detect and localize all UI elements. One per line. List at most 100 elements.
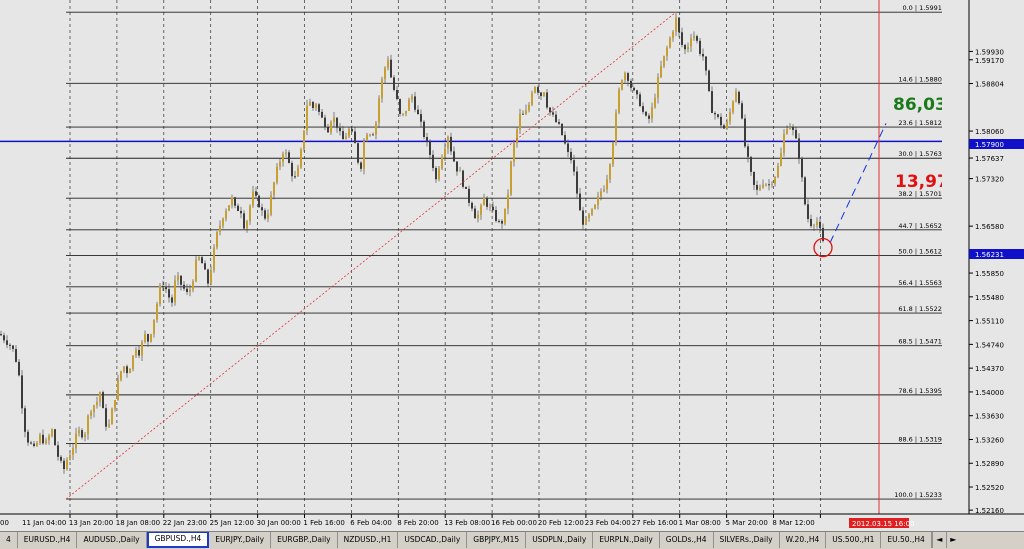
candle-body: [615, 112, 617, 143]
candle-body: [648, 115, 650, 119]
candle-body: [546, 92, 548, 108]
candle-body: [96, 401, 98, 406]
candle-body: [729, 112, 731, 122]
chart-tab[interactable]: USDPLN.,Daily: [526, 532, 594, 548]
candle-body: [696, 36, 698, 41]
candle-body: [720, 116, 722, 126]
candle-body: [549, 107, 551, 113]
candle-body: [39, 434, 41, 443]
candle-body: [594, 204, 596, 209]
candle-body: [102, 392, 104, 409]
candle-body: [765, 184, 767, 186]
candle-body: [540, 92, 542, 97]
fib-level-label: 14.6 | 1.58804: [898, 75, 946, 83]
candle-body: [363, 141, 365, 169]
chart-tab[interactable]: EURUSD.,H4: [18, 532, 78, 548]
candle-body: [114, 399, 116, 409]
time-tick-label: 11 Jan 04:00: [22, 519, 66, 527]
scroll-left-icon[interactable]: ◄: [931, 532, 946, 548]
candle-body: [279, 161, 281, 167]
candle-body: [771, 183, 773, 185]
candle-body: [774, 177, 776, 184]
candle-body: [780, 153, 782, 166]
candle-body: [24, 408, 26, 432]
candle-body: [258, 195, 260, 208]
candle-body: [69, 454, 71, 460]
price-tick-label: 1.59930: [975, 48, 1004, 56]
price-tick-label: 1.53260: [975, 436, 1004, 444]
candle-body: [651, 107, 653, 119]
candle-body: [756, 184, 758, 190]
chart-tab[interactable]: 4: [0, 532, 18, 548]
chart-tab[interactable]: NZDUSD.,H1: [338, 532, 399, 548]
chart-tab[interactable]: EU.50.,H4: [881, 532, 932, 548]
chart-tab[interactable]: GOLDs.,H4: [660, 532, 714, 548]
candle-body: [579, 193, 581, 211]
candle-body: [3, 335, 5, 341]
price-tick-label: 1.59170: [975, 57, 1004, 65]
current-time-label: 2012.03.15 16:00: [852, 520, 914, 528]
mt4-window: 0.0 | 1.59911 14.6 | 1.58804 23.6 | 1.5812…: [0, 0, 1024, 549]
candle-body: [228, 205, 230, 211]
candle-body: [180, 275, 182, 285]
candle-body: [36, 442, 38, 447]
candle-body: [108, 424, 110, 427]
candle-body: [621, 80, 623, 90]
candle-body: [87, 415, 89, 435]
candle-body: [750, 156, 752, 172]
candle-body: [210, 270, 212, 284]
candle-body: [588, 214, 590, 218]
candle-body: [318, 104, 320, 112]
candle-body: [708, 70, 710, 92]
candle-body: [261, 207, 263, 211]
chart-tab[interactable]: EURJPY.,Daily: [209, 532, 272, 548]
candle-body: [735, 91, 737, 102]
candle-body: [234, 197, 236, 206]
candle-body: [744, 118, 746, 147]
candle-body: [132, 355, 134, 370]
candle-body: [636, 90, 638, 95]
candle-body: [675, 17, 677, 32]
chart-tab[interactable]: EURGBP.,Daily: [271, 532, 338, 548]
candle-body: [483, 197, 485, 206]
candle-body: [336, 117, 338, 128]
candle-body: [390, 59, 392, 78]
candle-body: [297, 167, 299, 177]
chart-tab[interactable]: GBPJPY.,M15: [467, 532, 527, 548]
candle-body: [681, 32, 683, 45]
candle-body: [783, 133, 785, 154]
candle-body: [798, 138, 800, 159]
chart-tab[interactable]: USDCAD.,Daily: [398, 532, 468, 548]
candle-body: [9, 344, 11, 346]
price-tick-label: 1.58060: [975, 128, 1004, 136]
time-tick-label: 20 Feb 12:00: [538, 519, 584, 527]
candle-body: [465, 186, 467, 189]
candle-body: [327, 127, 329, 133]
scroll-right-icon[interactable]: ►: [945, 532, 960, 548]
candle-body: [480, 205, 482, 215]
candle-body: [819, 221, 821, 228]
chart-tab[interactable]: US.500.,H1: [826, 532, 882, 548]
candle-body: [93, 405, 95, 412]
chart-tab[interactable]: SILVERs.,Daily: [714, 532, 780, 548]
candle-body: [138, 349, 140, 356]
candle-body: [450, 136, 452, 152]
candle-body: [462, 170, 464, 187]
candle-body: [384, 67, 386, 79]
chart-tab[interactable]: GBPUSD.,H4: [146, 532, 210, 548]
candle-body: [189, 289, 191, 293]
candle-body: [30, 442, 32, 444]
candle-body: [198, 257, 200, 260]
candle-body: [642, 106, 644, 112]
fib-level-label: 50.0 | 1.56122: [898, 248, 946, 256]
candle-body: [105, 408, 107, 427]
candle-body: [567, 143, 569, 152]
chart-tab[interactable]: AUDUSD.,Daily: [77, 532, 147, 548]
candle-body: [48, 436, 50, 441]
fib-level-label: 30.0 | 1.57637: [898, 150, 946, 158]
candle-body: [591, 208, 593, 215]
time-tick-label: 22 Jan 23:00: [163, 519, 207, 527]
price-chart[interactable]: 0.0 | 1.59911 14.6 | 1.58804 23.6 | 1.5812…: [0, 0, 1024, 531]
chart-tab[interactable]: W.20.,H4: [780, 532, 827, 548]
chart-tab[interactable]: EURPLN.,Daily: [593, 532, 660, 548]
